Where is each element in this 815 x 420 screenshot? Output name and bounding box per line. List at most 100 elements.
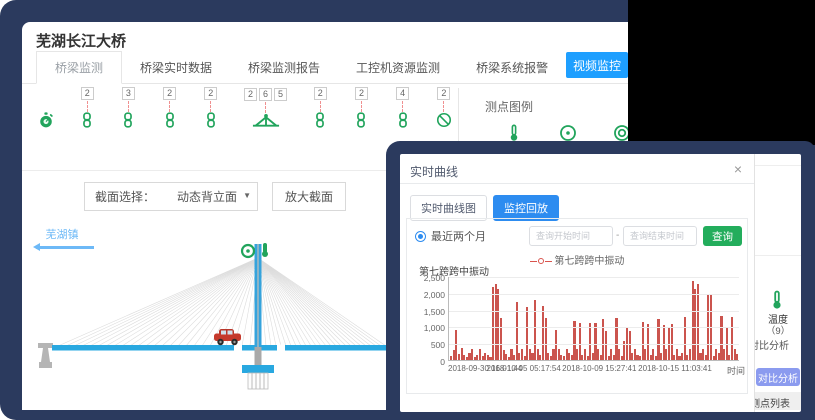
point-list-row[interactable]: 测点列表 <box>755 392 801 410</box>
sensor-badges: 2 <box>437 87 450 100</box>
data-bar <box>697 284 699 360</box>
sensor-count-badge: 6 <box>259 88 272 101</box>
end-time-input[interactable] <box>623 226 697 246</box>
sensor-unit[interactable]: 3 <box>120 87 136 133</box>
x-tick-label: 2018-10-09 15:27:41 <box>562 364 636 373</box>
sensor-badges: 2 <box>314 87 327 100</box>
gridline <box>449 311 739 312</box>
dialog-header: 实时曲线 × <box>400 154 754 184</box>
sensor-unit[interactable]: 2 <box>436 87 452 133</box>
link-icon <box>353 112 369 133</box>
link-icon <box>120 112 136 133</box>
divider <box>755 165 801 166</box>
radio-icon <box>415 231 426 242</box>
section-select-value: 动态背立面 <box>177 190 237 204</box>
zoom-section-button[interactable]: 放大截面 <box>272 182 346 211</box>
dashed-line <box>402 101 403 112</box>
sensor-badges: 2 <box>81 87 94 100</box>
dashed-line <box>320 101 321 112</box>
bridge-svg <box>22 238 390 410</box>
query-controls: 最近两个月 - 查询 <box>407 225 747 247</box>
thermo-icon <box>505 124 523 141</box>
dashed-line <box>128 101 129 112</box>
gauge-icon <box>559 124 577 141</box>
dashed-line <box>265 102 266 113</box>
realtime-curve-dialog: 实时曲线 × 实时曲线图监控回放 最近两个月 - 查询 <box>400 154 755 412</box>
sensor-unit[interactable]: 2 <box>79 87 95 133</box>
data-bar <box>684 317 686 360</box>
dialog-title: 实时曲线 <box>410 163 458 180</box>
sensor-badges: 3 <box>122 87 135 100</box>
vibration-chart: 05001,0001,5002,0002,500 <box>448 277 739 361</box>
tab-0[interactable]: 桥梁监测 <box>36 51 122 84</box>
dashed-line <box>361 101 362 112</box>
divider <box>755 255 801 256</box>
sensor-badges: 2 <box>163 87 176 100</box>
sensor-count-badge: 2 <box>314 87 327 100</box>
y-tick-label: 0 <box>409 357 445 367</box>
sensor-unit[interactable]: 2 <box>162 87 178 133</box>
sensor-count-badge: 2 <box>163 87 176 100</box>
query-button[interactable]: 查询 <box>703 226 742 246</box>
gridline <box>449 277 739 278</box>
sensor-badges: 2 <box>204 87 217 100</box>
stopwatch-icon <box>38 112 54 133</box>
ban-icon <box>436 112 452 133</box>
link-icon <box>312 112 328 133</box>
sensor-badges: 2 <box>355 87 368 100</box>
sensor-unit[interactable]: 2 <box>312 87 328 133</box>
video-monitor-button[interactable]: 视频监控 <box>566 52 628 78</box>
bridge-sensor-icon <box>252 113 280 133</box>
y-tick-label: 2,500 <box>409 273 445 283</box>
sensor-unit[interactable]: 4 <box>395 87 411 133</box>
close-icon[interactable]: × <box>734 161 742 177</box>
link-icon <box>162 112 178 133</box>
overlay-window: 实时曲线 × 实时曲线图监控回放 最近两个月 - 查询 <box>386 141 815 420</box>
sensor-unit[interactable]: 265 <box>244 88 287 133</box>
sensor-count-badge: 2 <box>437 87 450 100</box>
tab-3[interactable]: 工控机资源监测 <box>338 52 458 83</box>
recent-two-months-radio[interactable]: 最近两个月 <box>415 228 486 244</box>
sensor-count-badge: 2 <box>244 88 257 101</box>
tab-1[interactable]: 桥梁实时数据 <box>122 52 230 83</box>
x-axis-name: 时间 <box>727 364 745 377</box>
gridline <box>449 294 739 295</box>
gridline <box>449 344 739 345</box>
link-icon <box>395 112 411 133</box>
sensor-count-badge: 4 <box>396 87 409 100</box>
section-select-label: 截面选择： <box>85 183 165 210</box>
sensor-count-badge: 2 <box>355 87 368 100</box>
legend-text: 第七跨跨中振动 <box>554 256 624 267</box>
dashed-line <box>87 101 88 112</box>
camera-sensor-icon <box>242 245 254 257</box>
y-tick-label: 1,000 <box>409 323 445 333</box>
sensor-unit[interactable]: 2 <box>353 87 369 133</box>
sensor-count-badge: 3 <box>122 87 135 100</box>
dialog-body: 最近两个月 - 查询 第七跨跨中振动 第七跨跨中振动 05001 <box>406 218 748 394</box>
bridge-tower <box>255 244 262 367</box>
legend-marker-icon <box>545 261 552 262</box>
section-select[interactable]: 动态背立面 ▼ <box>165 183 257 210</box>
page-title: 芜湖长江大桥 <box>36 30 126 51</box>
legend-marker-icon <box>530 261 537 262</box>
link-icon <box>203 112 219 133</box>
sensor-strip: 23222652242 <box>32 88 458 141</box>
dashed-line <box>443 101 444 112</box>
start-time-input[interactable] <box>529 226 613 246</box>
thermometer-icon <box>767 290 787 310</box>
point-list-label: 测点列表 <box>755 395 790 410</box>
legend-circle-icon <box>538 258 544 264</box>
overlay-content: 实时曲线 × 实时曲线图监控回放 最近两个月 - 查询 <box>400 154 801 412</box>
screenshot-stage: 芜湖长江大桥 桥梁监测桥梁实时数据桥梁监测报告工控机资源监测桥梁系统报警 视频监… <box>0 0 815 420</box>
gridline <box>449 327 739 328</box>
compare-analysis-button[interactable]: 对比分析 <box>756 368 800 386</box>
data-bar <box>736 354 738 360</box>
sensor-unit[interactable] <box>38 112 54 133</box>
sensor-unit[interactable]: 2 <box>203 87 219 133</box>
tab-4[interactable]: 桥梁系统报警 <box>458 52 566 83</box>
tab-2[interactable]: 桥梁监测报告 <box>230 52 338 83</box>
radio-label: 最近两个月 <box>431 228 486 244</box>
section-select-group: 截面选择： 动态背立面 ▼ <box>84 182 258 211</box>
legend-icons <box>505 124 631 141</box>
sensor-count-badge: 2 <box>204 87 217 100</box>
